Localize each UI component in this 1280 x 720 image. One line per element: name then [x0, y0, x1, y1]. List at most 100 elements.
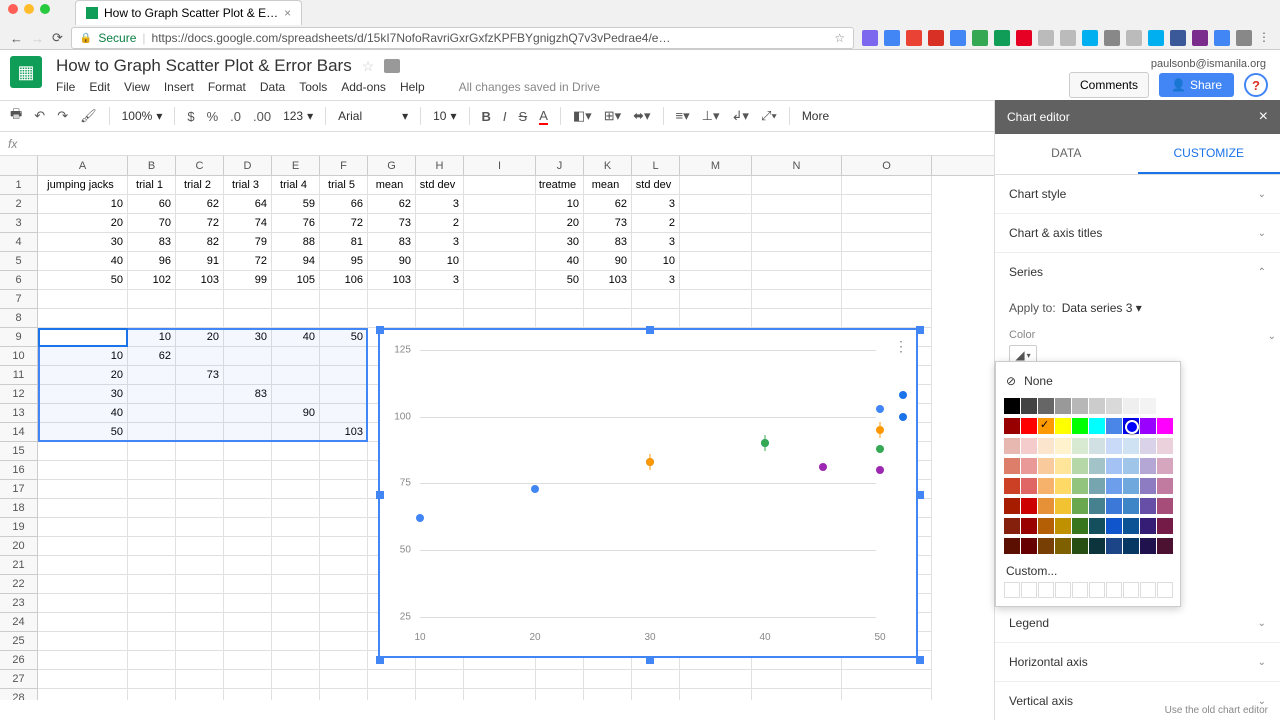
cell[interactable]: 2 [632, 214, 680, 233]
cell[interactable] [224, 480, 272, 499]
custom-swatch[interactable] [1123, 582, 1139, 598]
menu-addons[interactable]: Add-ons [341, 80, 386, 94]
custom-swatch[interactable] [1140, 582, 1156, 598]
cell[interactable]: 106 [320, 271, 368, 290]
cell[interactable] [224, 537, 272, 556]
color-swatch[interactable] [1055, 398, 1071, 414]
cell[interactable]: std dev [632, 176, 680, 195]
menu-tools[interactable]: Tools [299, 80, 327, 94]
row-header[interactable]: 4 [0, 233, 38, 252]
ext-icon[interactable] [1126, 30, 1142, 46]
color-swatch[interactable] [1123, 398, 1139, 414]
cell[interactable] [320, 518, 368, 537]
folder-icon[interactable] [384, 59, 400, 73]
cell[interactable] [272, 518, 320, 537]
color-swatch[interactable] [1038, 498, 1054, 514]
cell[interactable] [752, 176, 842, 195]
color-swatch[interactable] [1021, 538, 1037, 554]
row-header[interactable]: 5 [0, 252, 38, 271]
cell[interactable] [320, 651, 368, 670]
cell[interactable]: 59 [272, 195, 320, 214]
cell[interactable] [272, 309, 320, 328]
cell[interactable] [224, 499, 272, 518]
color-swatch[interactable] [1055, 498, 1071, 514]
borders-icon[interactable]: ⊞▾ [604, 108, 621, 124]
row-header[interactable]: 2 [0, 195, 38, 214]
cell[interactable] [680, 176, 752, 195]
row-header[interactable]: 14 [0, 423, 38, 442]
embedded-chart[interactable]: ⋮2550751001251020304050 [378, 328, 918, 658]
cell[interactable] [38, 442, 128, 461]
cell[interactable]: 20 [38, 214, 128, 233]
cell[interactable] [224, 556, 272, 575]
cell[interactable]: 10 [38, 195, 128, 214]
cell[interactable] [416, 689, 464, 700]
cell[interactable] [680, 214, 752, 233]
cell[interactable] [272, 480, 320, 499]
data-point[interactable] [416, 514, 424, 522]
cell[interactable]: 95 [320, 252, 368, 271]
col-header[interactable]: O [842, 156, 932, 175]
cell[interactable] [176, 442, 224, 461]
color-swatch[interactable] [1157, 478, 1173, 494]
section-series[interactable]: Series⌃ [995, 253, 1280, 291]
color-swatch[interactable] [1157, 498, 1173, 514]
cell[interactable]: 3 [416, 233, 464, 252]
section-chart-style[interactable]: Chart style⌄ [995, 175, 1280, 214]
cell[interactable] [224, 442, 272, 461]
cell[interactable]: 81 [320, 233, 368, 252]
dec-decrease-icon[interactable]: .0 [230, 109, 241, 124]
data-point[interactable] [646, 458, 654, 466]
row-header[interactable]: 7 [0, 290, 38, 309]
cell[interactable] [752, 233, 842, 252]
cell[interactable] [224, 594, 272, 613]
cell[interactable] [464, 176, 536, 195]
color-swatch[interactable] [1004, 458, 1020, 474]
color-swatch[interactable] [1123, 458, 1139, 474]
menu-insert[interactable]: Insert [164, 80, 194, 94]
row-header[interactable]: 12 [0, 385, 38, 404]
pinterest-icon[interactable] [1016, 30, 1032, 46]
color-swatch[interactable] [1089, 518, 1105, 534]
color-swatch[interactable] [1055, 538, 1071, 554]
cell[interactable] [176, 594, 224, 613]
menu-icon[interactable]: ⋮ [1258, 30, 1270, 46]
menu-format[interactable]: Format [208, 80, 246, 94]
color-swatch[interactable] [1004, 498, 1020, 514]
cell[interactable]: trial 1 [128, 176, 176, 195]
cell[interactable] [176, 461, 224, 480]
row-header[interactable]: 24 [0, 613, 38, 632]
num-format-select[interactable]: 123 ▾ [283, 109, 313, 123]
cell[interactable] [272, 689, 320, 700]
resize-handle[interactable] [376, 656, 384, 664]
cell[interactable] [128, 575, 176, 594]
cell[interactable] [272, 632, 320, 651]
forward-icon[interactable]: → [31, 31, 44, 46]
cell[interactable]: 83 [128, 233, 176, 252]
color-swatch[interactable] [1072, 418, 1088, 434]
col-header[interactable]: M [680, 156, 752, 175]
resize-handle[interactable] [646, 656, 654, 664]
row-header[interactable]: 28 [0, 689, 38, 700]
col-header[interactable]: K [584, 156, 632, 175]
col-header[interactable]: F [320, 156, 368, 175]
cell[interactable] [128, 518, 176, 537]
cell[interactable] [38, 556, 128, 575]
custom-swatch[interactable] [1021, 582, 1037, 598]
color-swatch[interactable] [1123, 478, 1139, 494]
col-header[interactable]: I [464, 156, 536, 175]
cell[interactable] [176, 556, 224, 575]
cell[interactable]: jumping jacks [38, 176, 128, 195]
cell[interactable]: 3 [632, 195, 680, 214]
color-swatch[interactable] [1157, 398, 1173, 414]
data-point[interactable] [876, 466, 884, 474]
cell[interactable]: 3 [632, 271, 680, 290]
cell[interactable] [272, 651, 320, 670]
cell[interactable] [176, 309, 224, 328]
color-swatch[interactable] [1004, 418, 1020, 434]
cell[interactable] [752, 214, 842, 233]
color-swatch[interactable] [1004, 438, 1020, 454]
cell[interactable] [224, 309, 272, 328]
cell[interactable] [680, 252, 752, 271]
resize-handle[interactable] [916, 326, 924, 334]
